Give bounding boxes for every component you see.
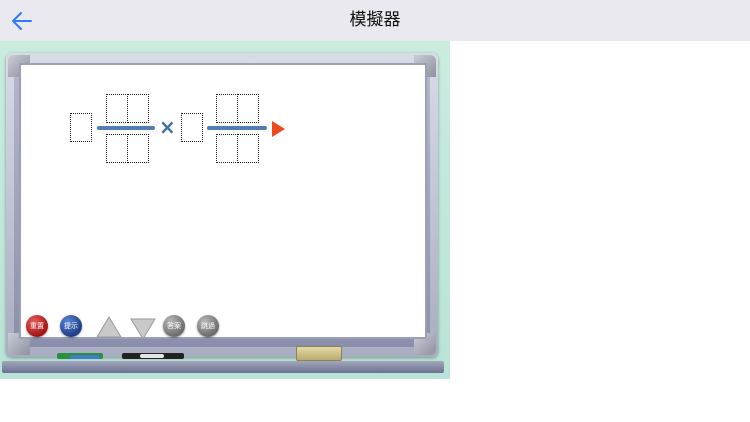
answer-button[interactable]: 答案 (163, 315, 185, 337)
whiteboard-tray (2, 361, 444, 373)
denominator-ones-input-1[interactable] (127, 134, 149, 163)
triangle-down-button[interactable] (129, 317, 157, 341)
denominator-tens-input-1[interactable] (106, 134, 128, 163)
page-title: 模擬器 (349, 10, 401, 30)
triangle-down-icon (130, 318, 156, 340)
reset-button[interactable]: 重置 (26, 315, 48, 337)
numerator-tens-input-1[interactable] (106, 94, 128, 123)
whole-number-input-2[interactable] (181, 113, 203, 142)
denominator-ones-input-2[interactable] (237, 134, 259, 163)
eraser (296, 346, 342, 361)
skip-button[interactable]: 跳過 (197, 315, 219, 337)
whole-number-input-1[interactable] (70, 113, 92, 142)
triangle-up-icon (96, 316, 122, 338)
numerator-ones-input-2[interactable] (237, 94, 259, 123)
whiteboard-scene: × 重置 提示 答案 跳過 (0, 41, 450, 379)
denominator-tens-input-2[interactable] (216, 134, 238, 163)
multiply-sign: × (159, 115, 176, 139)
blue-marker (70, 355, 100, 359)
numerator-ones-input-1[interactable] (127, 94, 149, 123)
numerator-tens-input-2[interactable] (216, 94, 238, 123)
hint-button[interactable]: 提示 (60, 315, 82, 337)
navigation-bar: 模擬器 (0, 0, 750, 41)
triangle-up-button[interactable] (95, 315, 123, 339)
calculate-arrow-button[interactable] (272, 121, 285, 137)
fraction-bar-2 (207, 126, 267, 130)
white-marker-cap (140, 354, 164, 358)
fraction-bar-1 (97, 126, 155, 130)
